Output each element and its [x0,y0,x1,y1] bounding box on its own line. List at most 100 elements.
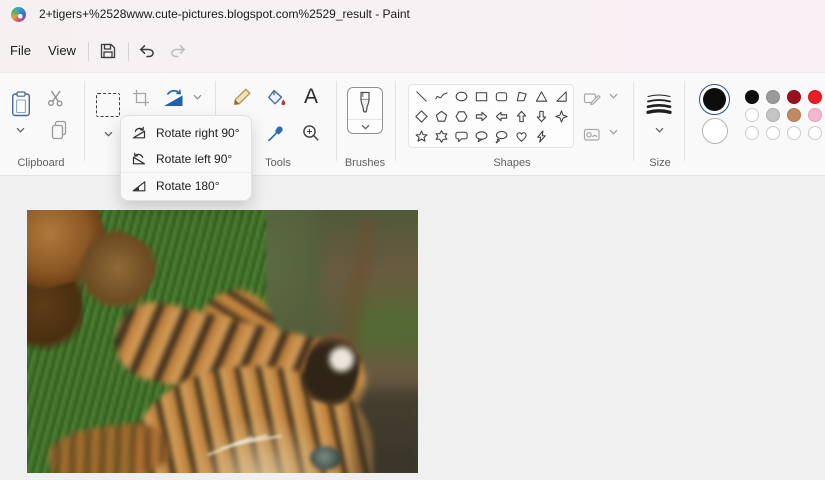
view-menu-button[interactable]: View [42,38,82,64]
size-group-label: Size [649,157,671,169]
crop-icon [132,89,150,107]
shape-diamond-icon[interactable] [412,107,430,125]
cut-button[interactable] [46,88,66,108]
menu-item-label: Rotate right 90° [156,126,240,140]
rotate-right-icon [131,125,147,141]
brush-icon [356,91,374,117]
rotate-left-icon [131,151,147,167]
shape-fill-chevron[interactable] [606,127,620,137]
redo-button[interactable] [164,36,192,66]
palette-color-3[interactable] [808,90,822,104]
shape-triangle-icon[interactable] [532,87,550,105]
crop-button[interactable] [131,88,151,108]
shape-curve-icon[interactable] [432,87,450,105]
shape-arrow-up-icon[interactable] [512,107,530,125]
copy-button[interactable] [50,119,68,141]
palette-color-9[interactable] [766,126,780,140]
palette-color-2[interactable] [787,90,801,104]
clipboard-group-label: Clipboard [17,157,65,169]
redo-icon [169,43,187,59]
shape-rectangle-icon[interactable] [472,87,490,105]
shape-arrow-left-icon[interactable] [492,107,510,125]
window-title: 2+tigers+%2528www.cute-pictures.blogspot… [39,7,410,21]
shape-four-point-star-icon[interactable] [552,107,570,125]
color2-selector[interactable] [702,118,728,144]
menubar-separator [88,42,89,61]
shape-rounded-rectangle-icon[interactable] [492,87,510,105]
shapes-group-label: Shapes [493,157,531,169]
menu-item-rotate-180[interactable]: Rotate 180° [121,172,251,198]
cut-icon [47,89,65,107]
palette-color-7[interactable] [808,108,822,122]
shape-hexagon-icon[interactable] [452,107,470,125]
paste-dropdown-chevron[interactable] [13,125,27,135]
shape-rounded-callout-icon[interactable] [452,127,470,145]
shape-pentagon-icon[interactable] [432,107,450,125]
palette-color-10[interactable] [787,126,801,140]
size-dropdown-chevron[interactable] [652,125,666,135]
paint-app-icon [11,6,26,22]
color1-swatch [703,88,726,111]
shape-arrow-down-icon[interactable] [532,107,550,125]
shape-ellipse-icon[interactable] [452,87,470,105]
brushes-dropdown-chevron[interactable] [348,120,382,133]
titlebar: 2+tigers+%2528www.cute-pictures.blogspot… [0,0,825,28]
palette-color-11[interactable] [808,126,822,140]
rotate-180-icon [131,178,147,194]
shape-fill-icon [583,125,602,144]
palette-color-8[interactable] [745,126,759,140]
select-tool-button[interactable] [94,91,122,119]
shape-right-triangle-icon[interactable] [552,87,570,105]
shape-outline-icon [583,89,602,108]
shape-outline-button[interactable] [581,87,603,109]
select-dropdown-chevron[interactable] [101,129,115,139]
shape-heart-icon[interactable] [512,127,530,145]
fill-bucket-icon [265,87,287,109]
rotate-button[interactable] [160,86,188,110]
canvas-area[interactable] [0,176,825,480]
palette-color-0[interactable] [745,90,759,104]
shape-line-icon[interactable] [412,87,430,105]
palette-color-1[interactable] [766,90,780,104]
fill-tool-button[interactable] [263,85,289,111]
eyedropper-icon [266,123,286,143]
menu-item-label: Rotate left 90° [156,152,233,166]
canvas-image[interactable] [27,210,418,473]
shape-oval-callout-icon[interactable] [472,127,490,145]
undo-button[interactable] [133,36,161,66]
palette-color-4[interactable] [745,108,759,122]
shape-outline-chevron[interactable] [606,91,620,101]
ribbon-separator [336,81,337,161]
menu-item-label: Rotate 180° [156,178,220,193]
ribbon-separator [84,81,85,161]
shape-cloud-callout-icon[interactable] [492,127,510,145]
save-button[interactable] [94,36,122,66]
pencil-tool-button[interactable] [229,84,255,110]
text-tool-button[interactable]: A [298,84,324,110]
pencil-icon [231,86,253,108]
menu-item-rotate-right[interactable]: Rotate right 90° [121,120,251,146]
ribbon-separator [684,81,685,161]
size-button[interactable] [643,90,675,116]
rotate-menu: Rotate right 90° Rotate left 90° Rotate … [120,115,252,201]
eyedropper-tool-button[interactable] [263,120,289,146]
menu-item-rotate-left[interactable]: Rotate left 90° [121,146,251,172]
text-tool-icon: A [303,85,318,108]
shape-arrow-right-icon[interactable] [472,107,490,125]
shape-polygon-icon[interactable] [512,87,530,105]
rotate-dropdown-chevron[interactable] [190,92,204,102]
magnifier-tool-button[interactable] [298,120,324,146]
paste-button[interactable] [8,89,34,119]
paste-icon [11,91,31,117]
brushes-button[interactable] [347,87,383,134]
shape-six-point-star-icon[interactable] [432,127,450,145]
shape-five-point-star-icon[interactable] [412,127,430,145]
palette-color-5[interactable] [766,108,780,122]
size-icon [645,92,673,115]
palette-color-6[interactable] [787,108,801,122]
copy-icon [51,120,67,140]
shape-fill-button[interactable] [581,123,603,145]
file-menu-button[interactable]: File [4,38,37,64]
shape-lightning-icon[interactable] [532,127,550,145]
color1-selector[interactable] [699,84,730,115]
